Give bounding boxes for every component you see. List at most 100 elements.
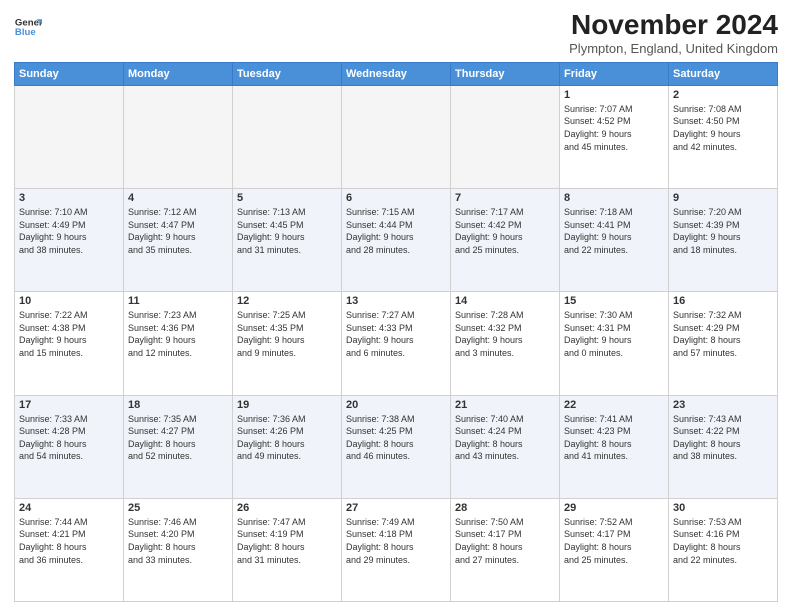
weekday-header-friday: Friday [560,62,669,85]
calendar-cell: 9 Sunrise: 7:20 AM Sunset: 4:39 PM Daylig… [669,189,778,292]
calendar-cell: 8Sunrise: 7:18 AM Sunset: 4:41 PM Daylig… [560,189,669,292]
day-number: 29 [564,502,664,514]
day-number: 10 [19,295,119,307]
day-info: Sunrise: 7:43 AM Sunset: 4:22 PM Dayligh… [673,413,773,463]
day-info: Sunrise: 7:10 AM Sunset: 4:49 PM Dayligh… [19,206,119,256]
page: General Blue November 2024 Plympton, Eng… [0,0,792,612]
weekday-header-saturday: Saturday [669,62,778,85]
day-number: 30 [673,502,773,514]
calendar-cell: 19Sunrise: 7:36 AM Sunset: 4:26 PM Dayli… [233,395,342,498]
day-number: 13 [346,295,446,307]
day-info: Sunrise: 7:27 AM Sunset: 4:33 PM Dayligh… [346,309,446,359]
svg-text:Blue: Blue [15,27,36,38]
calendar-cell [124,85,233,188]
week-row-1: 3 Sunrise: 7:10 AM Sunset: 4:49 PM Daylig… [15,189,778,292]
calendar-cell: 15Sunrise: 7:30 AM Sunset: 4:31 PM Dayli… [560,292,669,395]
day-number: 4 [128,192,228,204]
day-number: 17 [19,399,119,411]
weekday-header-sunday: Sunday [15,62,124,85]
calendar-cell [451,85,560,188]
calendar-cell: 30 Sunrise: 7:53 AM Sunset: 4:16 PM Dayli… [669,498,778,601]
weekday-header-tuesday: Tuesday [233,62,342,85]
day-number: 27 [346,502,446,514]
day-number: 26 [237,502,337,514]
calendar-cell: 29 Sunrise: 7:52 AM Sunset: 4:17 PM Dayli… [560,498,669,601]
day-info: Sunrise: 7:38 AM Sunset: 4:25 PM Dayligh… [346,413,446,463]
day-number: 6 [346,192,446,204]
day-info: Sunrise: 7:47 AM Sunset: 4:19 PM Dayligh… [237,516,337,566]
week-row-3: 17 Sunrise: 7:33 AM Sunset: 4:28 PM Dayli… [15,395,778,498]
day-info: Sunrise: 7:18 AM Sunset: 4:41 PM Dayligh… [564,206,664,256]
calendar-cell [342,85,451,188]
day-info: Sunrise: 7:40 AM Sunset: 4:24 PM Dayligh… [455,413,555,463]
calendar-cell: 1 Sunrise: 7:07 AM Sunset: 4:52 PM Daylig… [560,85,669,188]
day-info: Sunrise: 7:15 AM Sunset: 4:44 PM Dayligh… [346,206,446,256]
day-info: Sunrise: 7:49 AM Sunset: 4:18 PM Dayligh… [346,516,446,566]
day-info: Sunrise: 7:13 AM Sunset: 4:45 PM Dayligh… [237,206,337,256]
calendar-cell: 5 Sunrise: 7:13 AM Sunset: 4:45 PM Daylig… [233,189,342,292]
weekday-header-thursday: Thursday [451,62,560,85]
calendar-cell: 14 Sunrise: 7:28 AM Sunset: 4:32 PM Dayli… [451,292,560,395]
calendar-cell: 25 Sunrise: 7:46 AM Sunset: 4:20 PM Dayli… [124,498,233,601]
day-number: 18 [128,399,228,411]
day-number: 3 [19,192,119,204]
calendar-cell: 23 Sunrise: 7:43 AM Sunset: 4:22 PM Dayli… [669,395,778,498]
day-info: Sunrise: 7:35 AM Sunset: 4:27 PM Dayligh… [128,413,228,463]
calendar-cell: 7 Sunrise: 7:17 AM Sunset: 4:42 PM Daylig… [451,189,560,292]
day-info: Sunrise: 7:46 AM Sunset: 4:20 PM Dayligh… [128,516,228,566]
day-number: 1 [564,89,664,101]
calendar-cell: 4 Sunrise: 7:12 AM Sunset: 4:47 PM Daylig… [124,189,233,292]
day-number: 16 [673,295,773,307]
logo: General Blue [14,14,42,42]
day-number: 7 [455,192,555,204]
day-info: Sunrise: 7:20 AM Sunset: 4:39 PM Dayligh… [673,206,773,256]
day-info: Sunrise: 7:52 AM Sunset: 4:17 PM Dayligh… [564,516,664,566]
day-number: 19 [237,399,337,411]
day-info: Sunrise: 7:33 AM Sunset: 4:28 PM Dayligh… [19,413,119,463]
day-info: Sunrise: 7:23 AM Sunset: 4:36 PM Dayligh… [128,309,228,359]
week-row-4: 24Sunrise: 7:44 AM Sunset: 4:21 PM Dayli… [15,498,778,601]
day-number: 22 [564,399,664,411]
calendar-cell: 28 Sunrise: 7:50 AM Sunset: 4:17 PM Dayli… [451,498,560,601]
day-number: 21 [455,399,555,411]
day-number: 23 [673,399,773,411]
location: Plympton, England, United Kingdom [569,41,778,56]
day-info: Sunrise: 7:17 AM Sunset: 4:42 PM Dayligh… [455,206,555,256]
day-info: Sunrise: 7:41 AM Sunset: 4:23 PM Dayligh… [564,413,664,463]
calendar-cell: 18 Sunrise: 7:35 AM Sunset: 4:27 PM Dayli… [124,395,233,498]
calendar-cell: 26 Sunrise: 7:47 AM Sunset: 4:19 PM Dayli… [233,498,342,601]
month-title: November 2024 [569,10,778,41]
calendar-cell: 22 Sunrise: 7:41 AM Sunset: 4:23 PM Dayli… [560,395,669,498]
day-info: Sunrise: 7:25 AM Sunset: 4:35 PM Dayligh… [237,309,337,359]
calendar-cell [233,85,342,188]
day-info: Sunrise: 7:07 AM Sunset: 4:52 PM Dayligh… [564,103,664,153]
weekday-header-monday: Monday [124,62,233,85]
day-number: 20 [346,399,446,411]
day-info: Sunrise: 7:53 AM Sunset: 4:16 PM Dayligh… [673,516,773,566]
day-info: Sunrise: 7:28 AM Sunset: 4:32 PM Dayligh… [455,309,555,359]
day-number: 28 [455,502,555,514]
day-number: 9 [673,192,773,204]
week-row-2: 10 Sunrise: 7:22 AM Sunset: 4:38 PM Dayli… [15,292,778,395]
calendar-cell: 21 Sunrise: 7:40 AM Sunset: 4:24 PM Dayli… [451,395,560,498]
day-info: Sunrise: 7:50 AM Sunset: 4:17 PM Dayligh… [455,516,555,566]
day-number: 25 [128,502,228,514]
day-number: 2 [673,89,773,101]
day-number: 14 [455,295,555,307]
weekday-header-wednesday: Wednesday [342,62,451,85]
calendar-cell: 12Sunrise: 7:25 AM Sunset: 4:35 PM Dayli… [233,292,342,395]
calendar-cell: 6 Sunrise: 7:15 AM Sunset: 4:44 PM Daylig… [342,189,451,292]
day-info: Sunrise: 7:12 AM Sunset: 4:47 PM Dayligh… [128,206,228,256]
calendar-cell [15,85,124,188]
day-info: Sunrise: 7:30 AM Sunset: 4:31 PM Dayligh… [564,309,664,359]
header: General Blue November 2024 Plympton, Eng… [14,10,778,56]
calendar-cell: 27 Sunrise: 7:49 AM Sunset: 4:18 PM Dayli… [342,498,451,601]
day-info: Sunrise: 7:22 AM Sunset: 4:38 PM Dayligh… [19,309,119,359]
day-number: 11 [128,295,228,307]
calendar-cell: 17 Sunrise: 7:33 AM Sunset: 4:28 PM Dayli… [15,395,124,498]
day-number: 5 [237,192,337,204]
day-info: Sunrise: 7:08 AM Sunset: 4:50 PM Dayligh… [673,103,773,153]
calendar-table: SundayMondayTuesdayWednesdayThursdayFrid… [14,62,778,602]
day-info: Sunrise: 7:44 AM Sunset: 4:21 PM Dayligh… [19,516,119,566]
calendar-cell: 3 Sunrise: 7:10 AM Sunset: 4:49 PM Daylig… [15,189,124,292]
